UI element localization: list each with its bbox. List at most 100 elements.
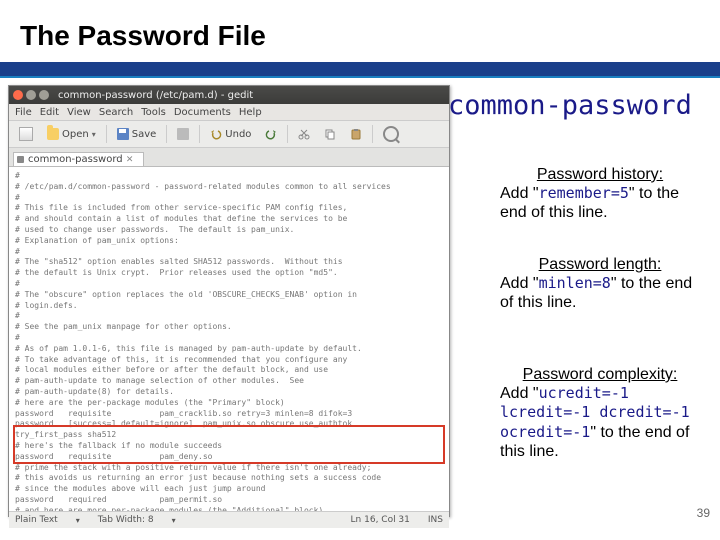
code-line: # /etc/pam.d/common-password - password-…: [15, 182, 443, 193]
slide: The Password File common-password (/etc/…: [0, 0, 720, 540]
note-heading: Password length:: [500, 255, 700, 274]
filename-callout: common-password: [448, 90, 692, 121]
chevron-down-icon: ▾: [92, 130, 96, 139]
code-line: # pam-auth-update(8) for details.: [15, 387, 443, 398]
menu-file[interactable]: File: [15, 107, 32, 118]
separator: [106, 125, 107, 143]
undo-button[interactable]: Undo: [206, 126, 255, 142]
menu-tools[interactable]: Tools: [141, 107, 166, 118]
code-line: # prime the stack with a positive return…: [15, 463, 443, 474]
close-icon[interactable]: [13, 90, 23, 100]
separator: [372, 125, 373, 143]
note-password-complexity: Password complexity: Add "ucredit=-1 lcr…: [500, 365, 700, 461]
copy-button[interactable]: [320, 126, 340, 142]
code-line: # See the pam_unix manpage for other opt…: [15, 322, 443, 333]
new-button[interactable]: [15, 125, 37, 143]
menubar: File Edit View Search Tools Documents He…: [9, 104, 449, 121]
status-tabwidth[interactable]: Tab Width: 8: [98, 515, 154, 525]
status-mode[interactable]: Plain Text: [15, 515, 58, 525]
code-line: # the default is Unix crypt. Prior relea…: [15, 268, 443, 279]
separator: [287, 125, 288, 143]
title-underline: [0, 62, 720, 78]
toolbar: Open▾ Save Undo: [9, 121, 449, 148]
code-line: #: [15, 333, 443, 344]
code-line: #: [15, 247, 443, 258]
code-line: password required pam_permit.so: [15, 495, 443, 506]
minimize-icon[interactable]: [26, 90, 36, 100]
note-password-length: Password length: Add "minlen=8" to the e…: [500, 255, 700, 313]
separator: [166, 125, 167, 143]
menu-search[interactable]: Search: [99, 107, 133, 118]
chevron-down-icon: ▾: [172, 516, 176, 525]
paste-button[interactable]: [346, 126, 366, 142]
highlight-box: [13, 425, 445, 464]
note-heading: Password history:: [500, 165, 700, 184]
code-line: # pam-auth-update to manage selection of…: [15, 376, 443, 387]
redo-button[interactable]: [261, 126, 281, 142]
slide-title: The Password File: [20, 20, 266, 52]
save-button[interactable]: Save: [113, 126, 161, 142]
undo-label: Undo: [225, 129, 251, 140]
redo-icon: [265, 128, 277, 140]
code-line: # login.defs.: [15, 301, 443, 312]
note-text: Add ": [500, 185, 539, 202]
code-line: #: [15, 171, 443, 182]
editor-body[interactable]: # # /etc/pam.d/common-password - passwor…: [9, 167, 449, 511]
search-icon: [383, 126, 399, 142]
code-line: #: [15, 279, 443, 290]
save-label: Save: [132, 129, 157, 140]
code-line: # local modules either before or after t…: [15, 365, 443, 376]
code-snippet: remember=5: [539, 184, 629, 202]
undo-icon: [210, 128, 222, 140]
code-line: #: [15, 193, 443, 204]
menu-documents[interactable]: Documents: [174, 107, 231, 118]
code-line: # The "sha512" option enables salted SHA…: [15, 257, 443, 268]
maximize-icon[interactable]: [39, 90, 49, 100]
save-icon: [117, 128, 129, 140]
code-line: # This file is included from other servi…: [15, 203, 443, 214]
gedit-window: common-password (/etc/pam.d) - gedit Fil…: [8, 85, 450, 517]
page-number: 39: [697, 506, 710, 520]
chevron-down-icon: ▾: [76, 516, 80, 525]
code-line: # To take advantage of this, it is recom…: [15, 355, 443, 366]
cut-button[interactable]: [294, 126, 314, 142]
menu-view[interactable]: View: [67, 107, 91, 118]
document-icon: [19, 127, 33, 141]
code-line: # As of pam 1.0.1-6, this file is manage…: [15, 344, 443, 355]
statusbar: Plain Text▾ Tab Width: 8▾ Ln 16, Col 31 …: [9, 511, 449, 528]
note-heading: Password complexity:: [500, 365, 700, 384]
tab-close-icon[interactable]: ✕: [126, 155, 134, 165]
code-line: # here are the per-package modules (the …: [15, 398, 443, 409]
tab-label: common-password: [28, 154, 123, 165]
note-text: Add ": [500, 275, 539, 292]
status-cursor: Ln 16, Col 31: [351, 515, 410, 525]
code-snippet: minlen=8: [539, 274, 611, 292]
code-line: # and here are more per-package modules …: [15, 506, 443, 511]
window-title: common-password (/etc/pam.d) - gedit: [58, 90, 253, 101]
editor-tab[interactable]: common-password ✕: [13, 152, 144, 166]
menu-edit[interactable]: Edit: [40, 107, 59, 118]
tabbar: common-password ✕: [9, 148, 449, 167]
clipboard-icon: [350, 128, 362, 140]
copy-icon: [324, 128, 336, 140]
status-ins: INS: [428, 515, 443, 525]
separator: [199, 125, 200, 143]
open-label: Open: [62, 129, 89, 140]
code-line: # since the modules above will each just…: [15, 484, 443, 495]
menu-help[interactable]: Help: [239, 107, 262, 118]
code-line: #: [15, 311, 443, 322]
code-line: # The "obscure" option replaces the old …: [15, 290, 443, 301]
scissors-icon: [298, 128, 310, 140]
search-button[interactable]: [379, 124, 403, 144]
note-password-history: Password history: Add "remember=5" to th…: [500, 165, 700, 223]
window-titlebar[interactable]: common-password (/etc/pam.d) - gedit: [9, 86, 449, 104]
code-line: # this avoids us returning an error just…: [15, 473, 443, 484]
code-line: password requisite pam_cracklib.so retry…: [15, 409, 443, 420]
note-text: Add ": [500, 385, 539, 402]
folder-open-icon: [47, 128, 59, 140]
open-button[interactable]: Open▾: [43, 126, 100, 142]
code-line: # used to change user passwords. The def…: [15, 225, 443, 236]
print-icon: [177, 128, 189, 140]
code-line: # Explanation of pam_unix options:: [15, 236, 443, 247]
print-button[interactable]: [173, 126, 193, 142]
